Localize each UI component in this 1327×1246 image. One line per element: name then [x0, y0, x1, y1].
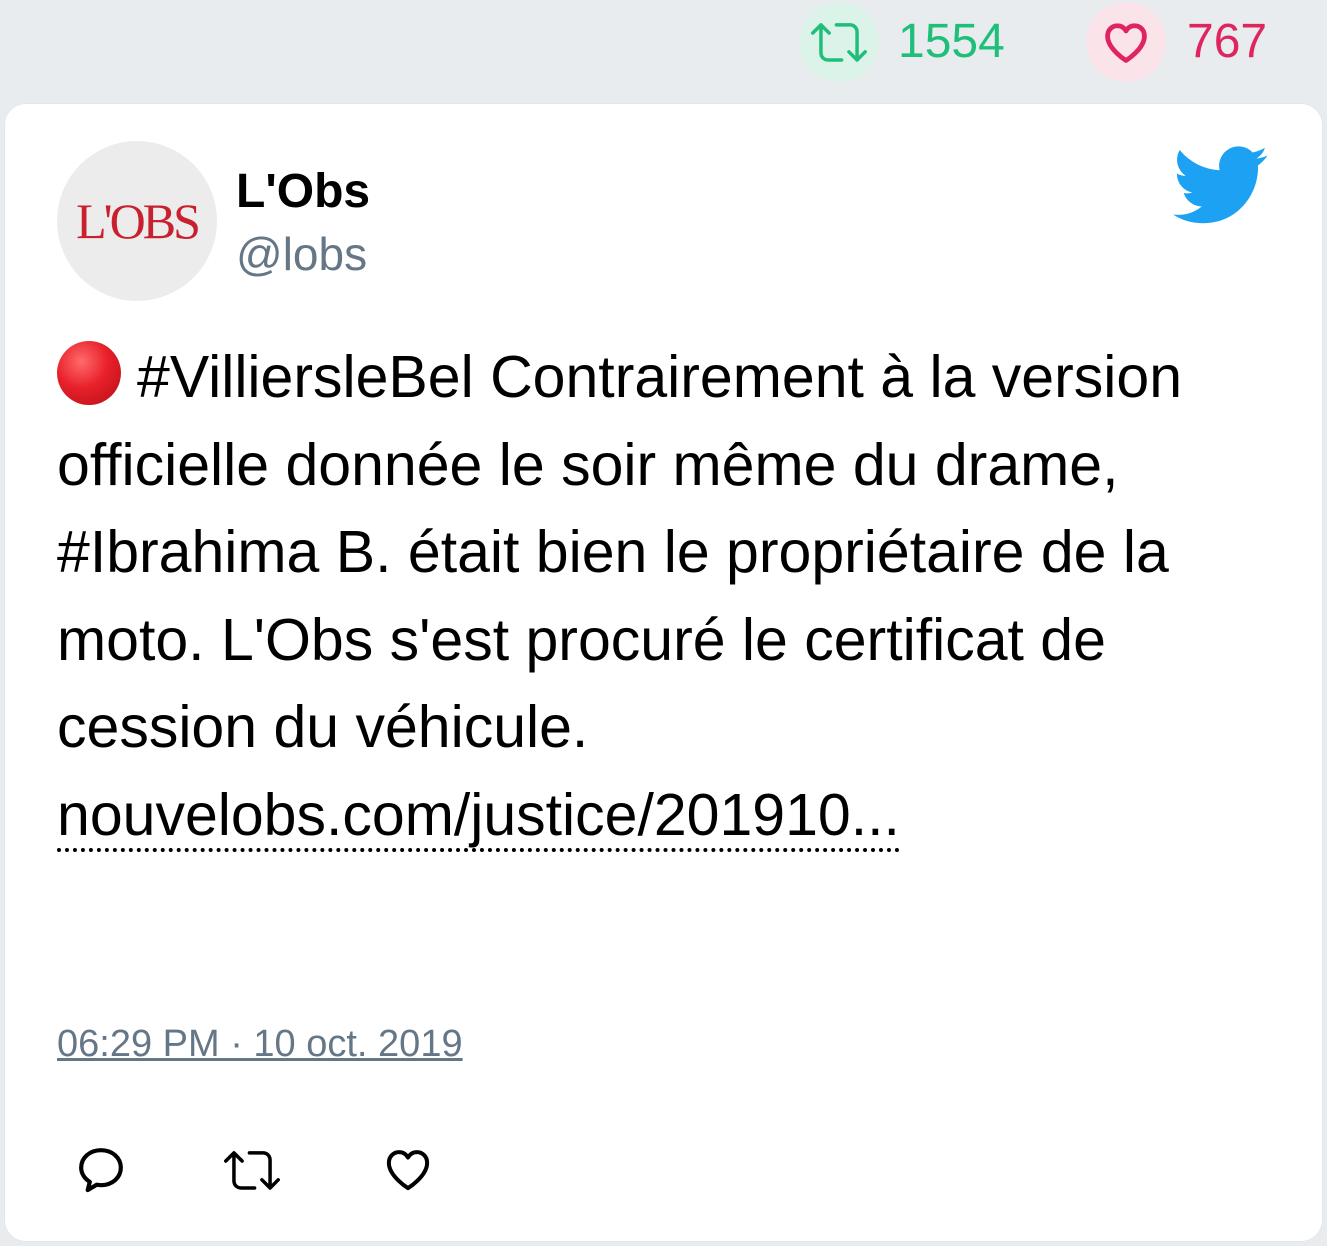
retweet-stat-icon	[799, 2, 879, 82]
red-circle-emoji-icon	[57, 341, 121, 405]
tweet-link[interactable]: nouvelobs.com/justice/201910...	[57, 781, 900, 852]
twitter-bird-icon[interactable]	[1173, 146, 1269, 231]
author-handle[interactable]: @lobs	[236, 226, 367, 282]
tweet-timestamp[interactable]: 06:29 PM · 10 oct. 2019	[57, 1022, 463, 1066]
reply-icon[interactable]	[73, 1142, 129, 1198]
avatar[interactable]: L'OBS	[57, 141, 217, 301]
avatar-logo-text: L'OBS	[76, 193, 201, 249]
tweet-text: #VilliersleBel Contrairement à la versio…	[57, 334, 1297, 859]
tweet-body: #VilliersleBel Contrairement à la versio…	[57, 344, 1183, 760]
like-icon[interactable]	[381, 1142, 437, 1198]
tweet-card: L'OBS L'Obs @lobs #VilliersleBel Contrai…	[4, 103, 1323, 1242]
retweet-icon[interactable]	[222, 1142, 280, 1198]
author-name[interactable]: L'Obs	[236, 164, 370, 220]
retweet-count: 1554	[898, 15, 1005, 68]
engagement-stats: 1554 767	[0, 0, 1327, 100]
like-count: 767	[1187, 15, 1268, 68]
tweet-actions	[5, 1134, 605, 1214]
like-stat-icon	[1086, 2, 1166, 82]
